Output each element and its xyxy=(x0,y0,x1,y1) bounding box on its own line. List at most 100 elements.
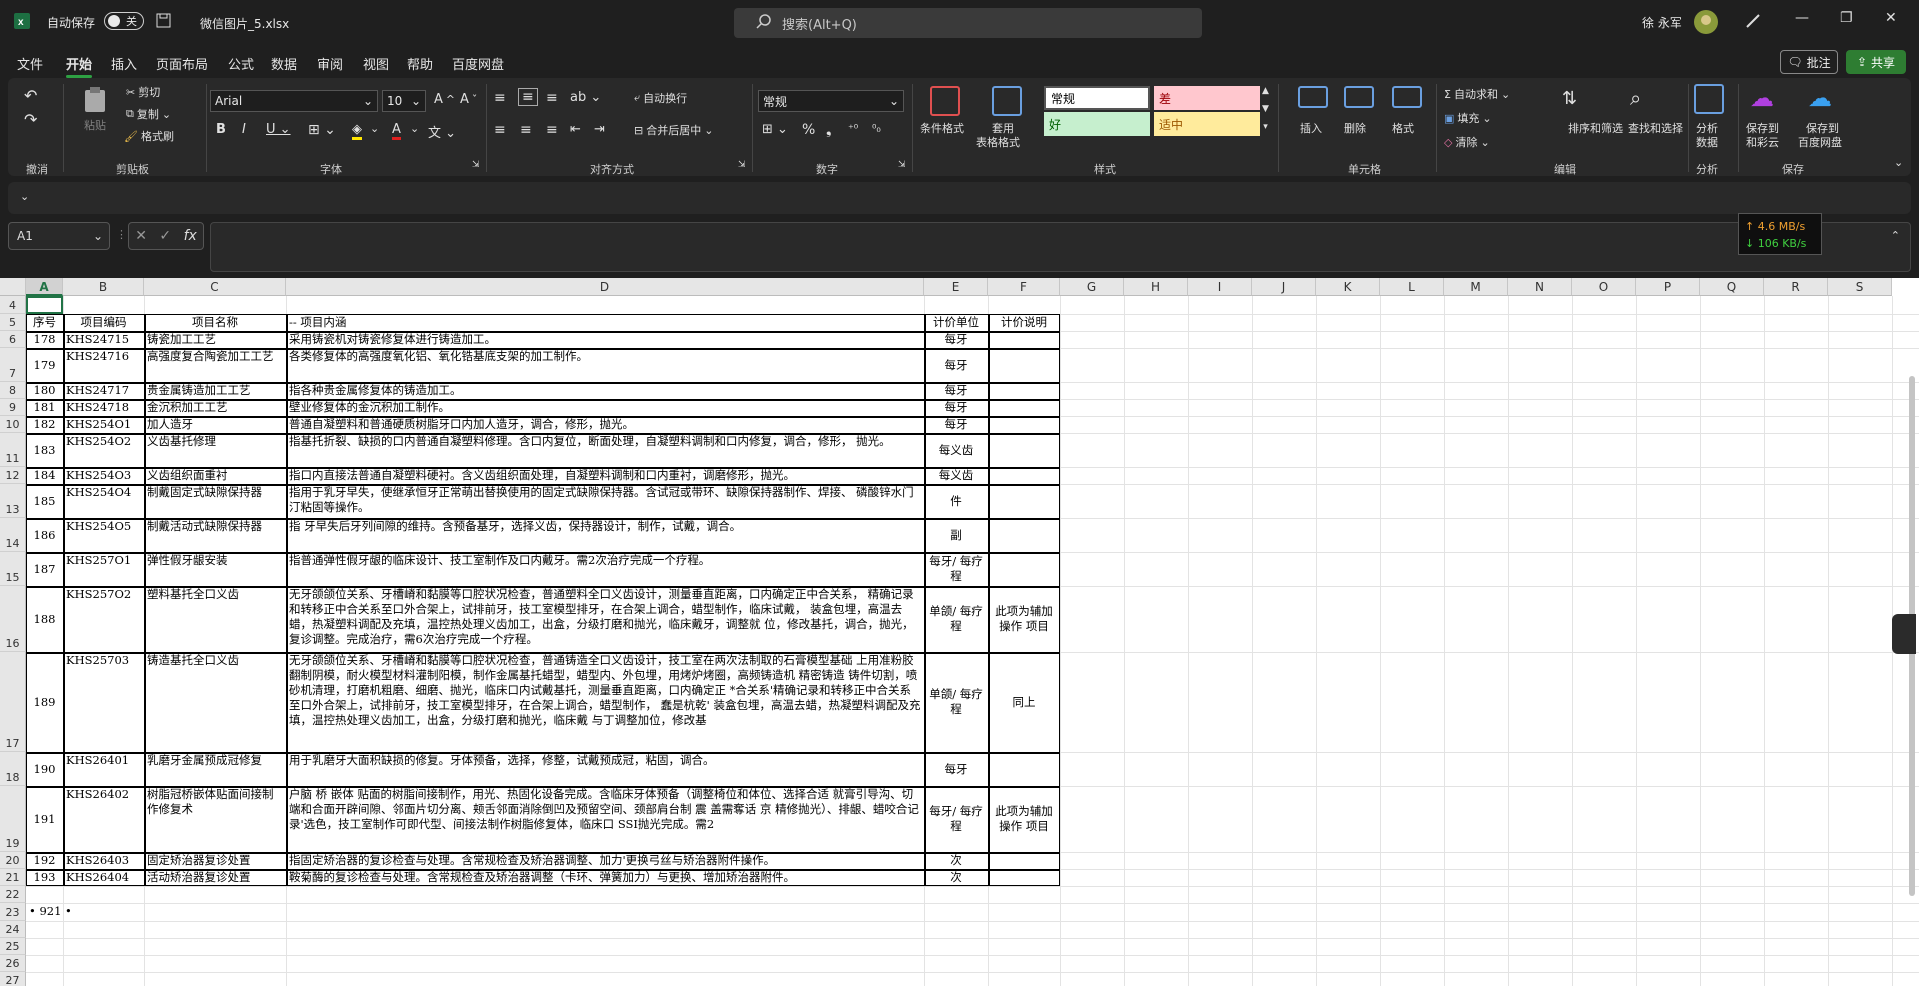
table-cell[interactable]: KHS24715 xyxy=(63,331,144,348)
table-cell[interactable]: KHS257O1 xyxy=(63,552,144,586)
table-cell[interactable]: 树脂冠桥嵌体贴面间接制作修复术 xyxy=(144,786,286,852)
column-header[interactable]: J xyxy=(1252,278,1316,296)
table-cell[interactable]: 指固定矫治器的复诊检查与处理。含常规检查及矫治器调整、加力'更换弓丝与矫治器附件… xyxy=(286,852,924,869)
row-header[interactable]: 8 xyxy=(0,382,26,399)
row-header[interactable]: 5 xyxy=(0,314,26,331)
format-cells-button[interactable]: 格式 xyxy=(1392,120,1414,136)
table-header-cell[interactable]: 计价说明 xyxy=(988,314,1060,331)
table-cell[interactable]: 塑料基托全口义齿 xyxy=(144,586,286,652)
table-cell[interactable]: 每牙/ 每疗程 xyxy=(924,552,988,586)
menu-7[interactable]: 视图 xyxy=(363,54,389,73)
underline-icon[interactable]: U ⌄ xyxy=(266,122,291,137)
comment-button[interactable]: 🗨 批注 xyxy=(1780,50,1838,74)
row-header[interactable]: 20 xyxy=(0,852,26,869)
table-cell[interactable]: 183 xyxy=(26,433,63,467)
close-icon[interactable]: ✕ xyxy=(1885,10,1897,26)
table-cell[interactable]: 187 xyxy=(26,552,63,586)
chevron-down-icon[interactable]: ⌄ xyxy=(370,122,379,135)
dialog-launcher-icon[interactable]: ⇲ xyxy=(472,160,480,170)
table-cell[interactable]: 采用铸瓷机对铸瓷修复体进行铸造加工。 xyxy=(286,331,924,348)
column-header[interactable]: E xyxy=(924,278,988,296)
row-header[interactable]: 27 xyxy=(0,972,26,986)
table-cell[interactable]: 182 xyxy=(26,416,63,433)
column-header[interactable]: B xyxy=(63,278,144,296)
decrease-font-icon[interactable]: Aˇ xyxy=(460,92,477,107)
table-cell[interactable]: 无牙颌颌位关系、牙槽嵴和黏膜等口腔状况检查，普通铸造全口义齿设计，技工室在两次法… xyxy=(286,652,924,752)
paste-button[interactable]: 粘贴 xyxy=(82,86,108,133)
decrease-indent-icon[interactable]: ⇤ xyxy=(570,122,581,137)
sort-filter-button[interactable]: 排序和筛选 xyxy=(1568,120,1623,136)
column-header[interactable]: A xyxy=(26,278,63,296)
phonetic-icon[interactable]: 文 ⌄ xyxy=(428,122,456,141)
table-cell[interactable]: 每牙 xyxy=(924,752,988,786)
cut-button[interactable]: ✂ 剪切 xyxy=(126,84,160,100)
italic-icon[interactable]: I xyxy=(242,122,246,137)
fill-color-icon[interactable]: ◈ xyxy=(352,122,362,140)
avatar[interactable] xyxy=(1694,10,1718,34)
align-bottom-icon[interactable]: ≡ xyxy=(546,90,558,106)
table-cell[interactable]: KHS24718 xyxy=(63,399,144,416)
orientation-icon[interactable]: ab ⌄ xyxy=(570,90,601,105)
save-cloud-button-2[interactable]: 和彩云 xyxy=(1746,134,1779,150)
font-name-select[interactable]: Arial ⌄ xyxy=(210,90,378,112)
increase-font-icon[interactable]: A ^ xyxy=(434,92,455,107)
wrap-text-button[interactable]: ⤶ 自动换行 xyxy=(634,90,687,106)
row-header[interactable]: 11 xyxy=(0,433,26,467)
column-header[interactable]: R xyxy=(1764,278,1828,296)
font-color-icon[interactable]: A xyxy=(392,122,401,140)
table-cell[interactable]: 次 xyxy=(924,869,988,886)
table-cell[interactable]: 活动矫治器复诊处置 xyxy=(144,869,286,886)
table-cell[interactable]: 每牙 xyxy=(924,348,988,382)
borders-icon[interactable]: ⊞ ⌄ xyxy=(308,122,336,138)
conditional-format-button[interactable]: 条件格式 xyxy=(920,120,964,136)
column-header[interactable]: G xyxy=(1060,278,1124,296)
table-cell[interactable]: KHS254O2 xyxy=(63,433,144,467)
formula-input[interactable]: ⌃ xyxy=(210,222,1911,272)
column-header[interactable]: P xyxy=(1636,278,1700,296)
style-good[interactable]: 好 xyxy=(1044,112,1150,136)
row-header[interactable]: 15 xyxy=(0,552,26,586)
menu-2[interactable]: 插入 xyxy=(111,54,137,73)
table-cell[interactable]: 180 xyxy=(26,382,63,399)
column-header[interactable]: K xyxy=(1316,278,1380,296)
row-header[interactable]: 13 xyxy=(0,484,26,518)
table-cell[interactable]: KHS26403 xyxy=(63,852,144,869)
decrease-decimal-icon[interactable]: ⁰₀ xyxy=(872,122,881,135)
style-bad[interactable]: 差 xyxy=(1154,86,1260,110)
table-cell[interactable]: 190 xyxy=(26,752,63,786)
worksheet[interactable]: A B C D E F G H I J K L M N O P Q R S 4 5 6 7 8 9 10 11 12 13 14 15 16 1… xyxy=(0,278,1919,986)
row-header[interactable]: 7 xyxy=(0,348,26,382)
table-cell[interactable]: KHS26402 xyxy=(63,786,144,852)
comma-icon[interactable]: ❟ xyxy=(826,122,832,138)
table-cell[interactable]: 同上 xyxy=(988,652,1060,752)
row-header[interactable]: 4 xyxy=(0,296,26,314)
table-cell[interactable] xyxy=(988,752,1060,786)
cancel-icon[interactable]: ✕ xyxy=(135,228,147,244)
table-cell[interactable] xyxy=(988,433,1060,467)
table-cell[interactable]: 壁业修复体的金沉积加工制作。 xyxy=(286,399,924,416)
pen-icon[interactable] xyxy=(1744,12,1762,30)
table-cell[interactable]: 户脑 桥 嵌体 贴面的树脂间接制作，用光、热固化设备完成。含临床牙体预备（调整椅… xyxy=(286,786,924,852)
table-cell[interactable]: 192 xyxy=(26,852,63,869)
table-cell[interactable]: KHS254O5 xyxy=(63,518,144,552)
name-box[interactable]: A1 ⌄ xyxy=(8,222,110,250)
restore-icon[interactable]: ❐ xyxy=(1840,10,1853,26)
column-header[interactable]: L xyxy=(1380,278,1444,296)
select-all-corner[interactable] xyxy=(0,278,26,296)
format-painter-button[interactable]: 🖌 格式刷 xyxy=(124,128,174,144)
table-cell[interactable]: 义齿组织面重衬 xyxy=(144,467,286,484)
table-cell[interactable]: 185 xyxy=(26,484,63,518)
menu-0[interactable]: 文件 xyxy=(17,54,43,73)
bold-icon[interactable]: B xyxy=(216,122,226,137)
column-header[interactable]: O xyxy=(1572,278,1636,296)
column-header[interactable]: I xyxy=(1188,278,1252,296)
table-header-cell[interactable]: 项目名称 xyxy=(144,314,286,331)
table-cell[interactable]: KHS257O2 xyxy=(63,586,144,652)
save-baidu-button-2[interactable]: 百度网盘 xyxy=(1798,134,1842,150)
table-cell[interactable]: 弹性假牙龈安装 xyxy=(144,552,286,586)
table-cell[interactable]: KHS254O4 xyxy=(63,484,144,518)
table-cell[interactable]: 每牙 xyxy=(924,331,988,348)
table-format-button-2[interactable]: 表格格式 xyxy=(976,134,1020,150)
table-cell[interactable]: 指普通弹性假牙龈的临床设计、技工室制作及口内戴牙。需2次治疗完成一个疗程。 xyxy=(286,552,924,586)
table-cell[interactable]: 指基托折裂、缺损的口内普通自凝塑料修理。含口内复位，断面处理，自凝塑料调制和口内… xyxy=(286,433,924,467)
